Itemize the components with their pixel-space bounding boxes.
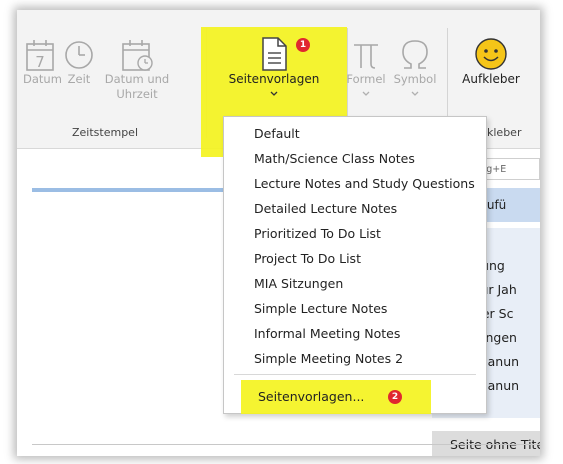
page-template-icon (262, 37, 287, 71)
datum-button[interactable]: 7 Datum (23, 38, 62, 87)
template-item[interactable]: Simple Lecture Notes (254, 301, 387, 316)
datum-und-uhrzeit-label-1: Datum und (104, 72, 170, 86)
more-templates-item[interactable]: Seitenvorlagen... (258, 389, 364, 404)
menu-divider (234, 374, 476, 375)
datum-und-uhrzeit-label-2: Uhrzeit (116, 87, 158, 101)
symbol-label: Symbol (393, 72, 437, 86)
seitenvorlagen-label: Seitenvorlagen (228, 72, 320, 86)
zeitstempel-group-label: Zeitstempel (72, 126, 139, 139)
template-item[interactable]: Prioritized To Do List (254, 226, 381, 241)
template-item[interactable]: Informal Meeting Notes (254, 326, 400, 341)
aufkleber-button[interactable]: Aufkleber (453, 36, 529, 87)
zeit-label: Zeit (67, 72, 91, 86)
template-item-default[interactable]: Default (254, 126, 300, 141)
template-item[interactable]: Math/Science Class Notes (254, 151, 415, 166)
zeit-button[interactable]: Zeit (63, 38, 95, 87)
svg-text:7: 7 (35, 53, 45, 71)
calendar-clock-icon (122, 40, 153, 71)
omega-icon (402, 40, 428, 69)
template-item[interactable]: Simple Meeting Notes 2 (254, 351, 403, 366)
calendar-icon: 7 (26, 40, 54, 71)
step-badge-2: 2 (388, 390, 402, 404)
template-item[interactable]: MIA Sitzungen (254, 276, 343, 291)
template-item[interactable]: Project To Do List (254, 251, 361, 266)
chevron-down-icon (270, 91, 278, 96)
onenote-window: 7 Datum Zeit Datum und Uhrzeit Zeitstemp… (17, 10, 540, 456)
aufkleber-group-label: kleber (487, 126, 522, 139)
page-area-bottom-border (32, 444, 540, 445)
smiley-sticker-icon (475, 38, 507, 70)
template-item[interactable]: Detailed Lecture Notes (254, 201, 397, 216)
chevron-down-icon (411, 91, 419, 96)
formel-label: Formel (346, 72, 386, 86)
symbol-button[interactable]: Symbol (391, 36, 439, 102)
pi-icon (354, 44, 378, 69)
chevron-down-icon (362, 91, 370, 96)
clock-icon (65, 41, 93, 69)
page-templates-dropdown: Default Math/Science Class Notes Lecture… (223, 116, 487, 414)
template-item[interactable]: Lecture Notes and Study Questions (254, 176, 475, 191)
datum-label: Datum (23, 72, 62, 86)
seitenvorlagen-button[interactable]: Seitenvorlagen (209, 36, 339, 102)
formel-button[interactable]: Formel (343, 36, 389, 102)
datum-und-uhrzeit-button[interactable]: Datum und Uhrzeit (101, 38, 173, 102)
aufkleber-label: Aufkleber (462, 72, 520, 86)
step-badge-1: 1 (296, 38, 310, 52)
